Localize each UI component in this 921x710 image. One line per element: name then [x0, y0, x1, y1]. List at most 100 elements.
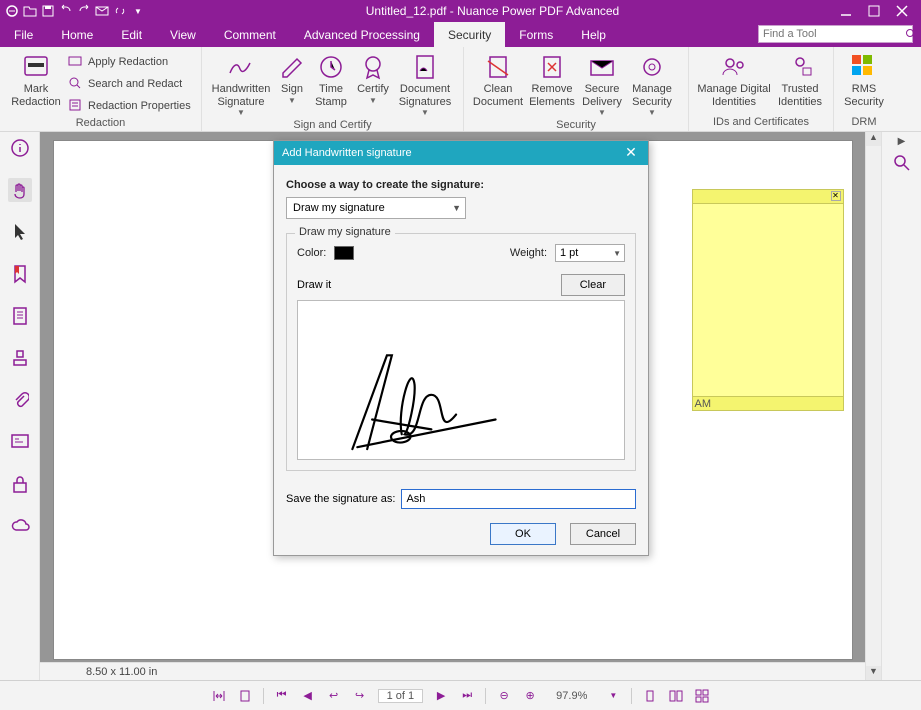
pointer-icon[interactable] — [8, 220, 32, 244]
props-icon — [68, 98, 84, 114]
sign-button[interactable]: Sign▼ — [274, 51, 310, 105]
signature-canvas[interactable] — [297, 300, 625, 460]
find-tool-input[interactable] — [763, 28, 905, 40]
panel-collapse-icon[interactable]: ▶ — [898, 136, 906, 147]
sign-icon — [278, 53, 306, 81]
search-redact-button[interactable]: Search and Redact — [66, 75, 193, 93]
bookmark-icon[interactable] — [8, 262, 32, 286]
prev-page-icon[interactable]: ◀ — [300, 688, 316, 704]
handwritten-signature-button[interactable]: Handwritten Signature▼ — [208, 51, 274, 117]
scroll-up-icon[interactable]: ▲ — [866, 132, 881, 146]
timestamp-button[interactable]: Time Stamp — [310, 51, 352, 108]
layout1-icon[interactable] — [642, 688, 658, 704]
color-label: Color: — [297, 247, 326, 259]
stamp-icon[interactable] — [8, 346, 32, 370]
redaction-props-button[interactable]: Redaction Properties — [66, 97, 193, 115]
statusbar: ⏮ ◀ ↩ ↪ 1 of 1 ▶ ⏭ ⊖ ⊕ 97.9% ▼ — [0, 680, 921, 710]
scroll-down-icon[interactable]: ▼ — [866, 666, 881, 680]
find-tool[interactable] — [758, 25, 913, 43]
sticky-note[interactable]: ✕ AM — [692, 189, 844, 411]
clear-button[interactable]: Clear — [561, 274, 625, 296]
gear-icon — [638, 53, 666, 81]
menubar: File Home Edit View Comment Advanced Pro… — [0, 22, 921, 47]
person-lock-icon — [786, 53, 814, 81]
vertical-scrollbar[interactable]: ▲ ▼ — [865, 132, 881, 680]
last-page-icon[interactable]: ⏭ — [459, 688, 475, 704]
dialog-title: Add Handwritten signature — [282, 147, 622, 159]
redo-icon[interactable] — [76, 3, 92, 19]
zoom-level[interactable]: 97.9% — [548, 690, 595, 702]
zoom-in-icon[interactable]: ⊕ — [522, 688, 538, 704]
attachment-icon[interactable] — [8, 388, 32, 412]
search-panel-icon[interactable] — [892, 153, 912, 173]
first-page-icon[interactable]: ⏮ — [274, 688, 290, 704]
docsig-icon — [411, 53, 439, 81]
ribbon: Mark Redaction Apply Redaction Search an… — [0, 47, 921, 132]
dialog-header[interactable]: Add Handwritten signature ✕ — [274, 141, 648, 165]
menu-view[interactable]: View — [156, 22, 210, 47]
close-icon[interactable] — [895, 4, 909, 18]
save-as-input[interactable] — [401, 489, 636, 509]
weight-label: Weight: — [510, 247, 547, 259]
menu-advanced[interactable]: Advanced Processing — [290, 22, 434, 47]
cloud-icon[interactable] — [8, 514, 32, 538]
ok-button[interactable]: OK — [490, 523, 556, 545]
certify-button[interactable]: Certify▼ — [352, 51, 394, 105]
note-close-icon[interactable]: ✕ — [831, 191, 841, 201]
page-icon[interactable] — [8, 304, 32, 328]
dialog-close-icon[interactable]: ✕ — [622, 144, 640, 162]
hand-icon[interactable] — [8, 178, 32, 202]
minimize-icon[interactable] — [839, 4, 853, 18]
weight-select[interactable]: 1 pt ▼ — [555, 244, 625, 262]
save-as-label: Save the signature as: — [286, 493, 395, 505]
page-indicator[interactable]: 1 of 1 — [378, 689, 424, 703]
clean-doc-button[interactable]: Clean Document — [470, 51, 526, 108]
zoom-dropdown-icon[interactable]: ▼ — [605, 688, 621, 704]
open-icon[interactable] — [22, 3, 38, 19]
next-page-icon[interactable]: ▶ — [433, 688, 449, 704]
info-icon[interactable] — [8, 136, 32, 160]
chevron-down-icon: ▼ — [598, 108, 606, 117]
doc-signatures-button[interactable]: Document Signatures▼ — [394, 51, 456, 117]
menu-comment[interactable]: Comment — [210, 22, 290, 47]
maximize-icon[interactable] — [867, 4, 881, 18]
undo-icon[interactable] — [58, 3, 74, 19]
fit-page-icon[interactable] — [237, 688, 253, 704]
manage-digital-ids-button[interactable]: Manage Digital Identities — [695, 51, 773, 108]
cancel-button[interactable]: Cancel — [570, 523, 636, 545]
trusted-ids-button[interactable]: Trusted Identities — [773, 51, 827, 108]
handwritten-icon — [227, 53, 255, 81]
qat-dropdown-icon[interactable]: ▼ — [130, 3, 146, 19]
remove-icon — [538, 53, 566, 81]
method-select[interactable]: Draw my signature ▼ — [286, 197, 466, 219]
rms-security-button[interactable]: RMS Security — [840, 51, 888, 108]
color-swatch[interactable] — [334, 246, 354, 260]
menu-file[interactable]: File — [0, 22, 47, 47]
mark-redaction-button[interactable]: Mark Redaction — [6, 51, 66, 108]
menu-home[interactable]: Home — [47, 22, 107, 47]
save-icon[interactable] — [40, 3, 56, 19]
link-icon[interactable] — [112, 3, 128, 19]
menu-edit[interactable]: Edit — [107, 22, 156, 47]
menu-security[interactable]: Security — [434, 22, 505, 47]
note-header[interactable]: ✕ — [693, 190, 843, 204]
menu-forms[interactable]: Forms — [505, 22, 567, 47]
remove-elements-button[interactable]: Remove Elements — [526, 51, 578, 108]
menu-help[interactable]: Help — [567, 22, 620, 47]
fieldset-legend: Draw my signature — [295, 226, 395, 238]
apply-redaction-button[interactable]: Apply Redaction — [66, 53, 193, 71]
back-icon[interactable]: ↩ — [326, 688, 342, 704]
ribbon-icon — [359, 53, 387, 81]
search-redact-icon — [68, 76, 84, 92]
layout2-icon[interactable] — [668, 688, 684, 704]
zoom-out-icon[interactable]: ⊖ — [496, 688, 512, 704]
lock-icon[interactable] — [8, 472, 32, 496]
mail-icon[interactable] — [94, 3, 110, 19]
fit-width-icon[interactable] — [211, 688, 227, 704]
manage-security-button[interactable]: Manage Security▼ — [626, 51, 678, 117]
forward-icon[interactable]: ↪ — [352, 688, 368, 704]
form-icon[interactable] — [8, 430, 32, 454]
layout3-icon[interactable] — [694, 688, 710, 704]
secure-delivery-button[interactable]: Secure Delivery▼ — [578, 51, 626, 117]
search-icon[interactable] — [905, 28, 917, 40]
